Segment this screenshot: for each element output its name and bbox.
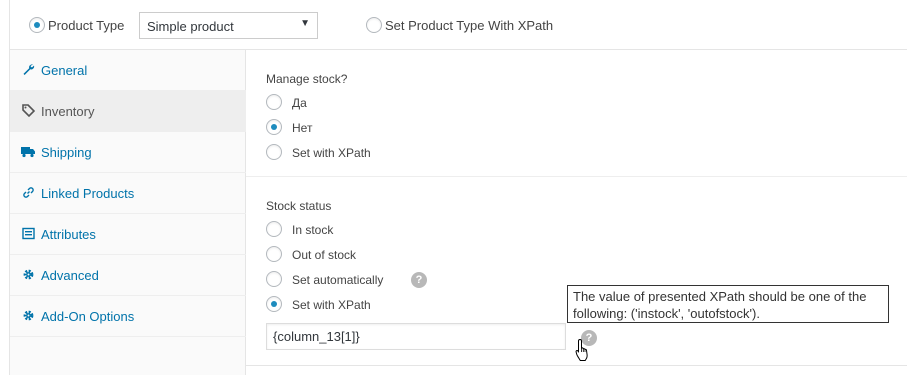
stock-status-auto-label: Set automatically xyxy=(292,273,384,287)
chevron-down-icon: ▼ xyxy=(300,18,310,29)
stock-status-outofstock-label: Out of stock xyxy=(292,248,357,262)
divider xyxy=(246,365,907,366)
product-type-label: Product Type xyxy=(48,18,125,33)
xpath-product-type-radio[interactable] xyxy=(366,17,382,33)
stock-status-xpath-radio[interactable] xyxy=(266,296,282,312)
gear-icon xyxy=(21,268,35,282)
stock-status-xpath-input[interactable] xyxy=(266,323,566,350)
manage-stock-xpath-radio[interactable] xyxy=(266,144,282,160)
sidebar-item-inventory[interactable]: Inventory xyxy=(10,91,246,132)
stock-status-xpath-label: Set with XPath xyxy=(292,298,371,312)
product-type-radio[interactable] xyxy=(29,17,45,33)
sidebar-item-linked-products[interactable]: Linked Products xyxy=(10,173,246,214)
sidebar-item-label: General xyxy=(41,63,88,78)
help-icon[interactable]: ? xyxy=(411,272,427,288)
divider xyxy=(246,176,907,177)
manage-stock-title: Manage stock? xyxy=(266,72,348,86)
hand-cursor-icon xyxy=(575,338,591,365)
truck-icon xyxy=(21,145,35,159)
gear-icon xyxy=(21,309,35,323)
sidebar-item-advanced[interactable]: Advanced xyxy=(10,255,246,296)
stock-status-instock-radio[interactable] xyxy=(266,221,282,237)
sidebar-item-label: Shipping xyxy=(41,145,92,160)
stock-status-instock-label: In stock xyxy=(292,223,334,237)
manage-stock-yes-radio[interactable] xyxy=(266,94,282,110)
sidebar-item-label: Inventory xyxy=(41,104,95,119)
sidebar-item-shipping[interactable]: Shipping xyxy=(10,132,246,173)
sidebar-item-label: Add-On Options xyxy=(41,309,135,324)
stock-status-auto-radio[interactable] xyxy=(266,271,282,287)
manage-stock-no-radio[interactable] xyxy=(266,119,282,135)
xpath-input-field[interactable] xyxy=(267,324,565,349)
product-type-bar: Product Type Simple product ▼ Set Produc… xyxy=(10,0,907,50)
product-type-select[interactable]: Simple product ▼ xyxy=(139,12,318,39)
product-type-select-value: Simple product xyxy=(147,19,234,34)
stock-status-title: Stock status xyxy=(266,199,332,213)
help-tooltip: The value of presented XPath should be o… xyxy=(567,285,889,323)
stock-status-outofstock-radio[interactable] xyxy=(266,246,282,262)
sidebar-item-label: Linked Products xyxy=(41,186,135,201)
product-data-tabs: General Inventory Shipping Linked Produc… xyxy=(10,50,246,375)
manage-stock-yes-label: Да xyxy=(292,96,307,110)
link-icon xyxy=(21,186,35,200)
sidebar-item-label: Attributes xyxy=(41,227,96,242)
sidebar-item-attributes[interactable]: Attributes xyxy=(10,214,246,255)
manage-stock-no-label: Нет xyxy=(292,121,313,135)
inventory-panel: Manage stock? Да Нет Set with XPath Stoc… xyxy=(246,50,907,375)
sidebar-item-add-on-options[interactable]: Add-On Options xyxy=(10,296,246,337)
xpath-product-type-label: Set Product Type With XPath xyxy=(385,18,554,33)
sidebar-item-label: Advanced xyxy=(41,268,99,283)
manage-stock-xpath-label: Set with XPath xyxy=(292,146,371,160)
wrench-icon xyxy=(21,63,35,77)
list-icon xyxy=(21,227,35,241)
sidebar-item-general[interactable]: General xyxy=(10,50,246,91)
tag-icon xyxy=(21,104,35,118)
